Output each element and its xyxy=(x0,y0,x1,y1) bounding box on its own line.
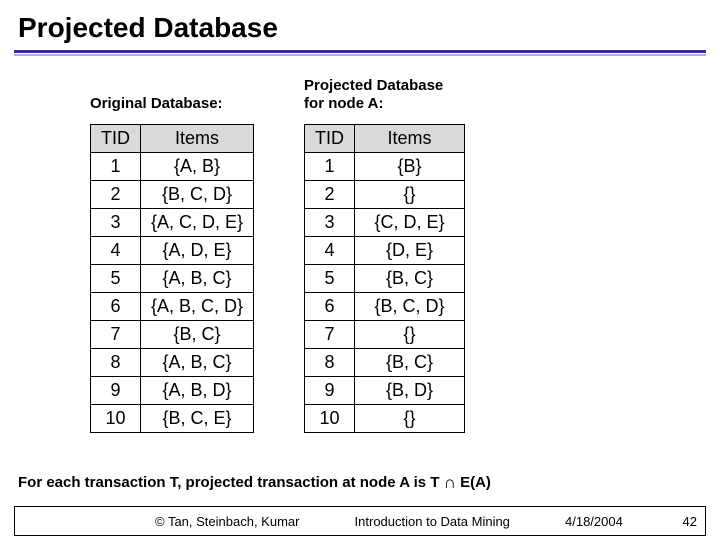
cell-items: {A, B} xyxy=(141,153,254,181)
header-items: Items xyxy=(355,125,465,153)
table-row: 3{A, C, D, E} xyxy=(91,209,254,237)
footnote-pre: For each transaction T, projected transa… xyxy=(18,474,444,491)
cell-tid: 7 xyxy=(91,321,141,349)
footer-page-number: 42 xyxy=(665,514,705,529)
cell-tid: 9 xyxy=(91,377,141,405)
header-tid: TID xyxy=(305,125,355,153)
cell-tid: 8 xyxy=(91,349,141,377)
original-database-column: Original Database: TID Items 1{A, B}2{B,… xyxy=(90,76,254,433)
cell-items: {} xyxy=(355,405,465,433)
cell-items: {} xyxy=(355,181,465,209)
cell-items: {B, C} xyxy=(355,265,465,293)
cell-tid: 5 xyxy=(91,265,141,293)
cell-tid: 8 xyxy=(305,349,355,377)
content-area: Original Database: TID Items 1{A, B}2{B,… xyxy=(0,56,720,433)
cell-tid: 3 xyxy=(91,209,141,237)
slide-title: Projected Database xyxy=(0,0,720,50)
cell-items: {A, C, D, E} xyxy=(141,209,254,237)
cell-tid: 1 xyxy=(91,153,141,181)
cell-tid: 9 xyxy=(305,377,355,405)
cell-items: {A, D, E} xyxy=(141,237,254,265)
header-tid: TID xyxy=(91,125,141,153)
projected-database-column: Projected Databasefor node A: TID Items … xyxy=(304,76,465,433)
table-row: 2{B, C, D} xyxy=(91,181,254,209)
original-database-heading: Original Database: xyxy=(90,76,254,114)
table-row: 2{} xyxy=(305,181,465,209)
table-row: 9{B, D} xyxy=(305,377,465,405)
cell-tid: 5 xyxy=(305,265,355,293)
cell-items: {A, B, C} xyxy=(141,265,254,293)
cell-tid: 4 xyxy=(305,237,355,265)
cell-tid: 3 xyxy=(305,209,355,237)
footnote-post: E(A) xyxy=(456,474,491,491)
table-row: 5{B, C} xyxy=(305,265,465,293)
table-row: 9{A, B, D} xyxy=(91,377,254,405)
footer-date: 4/18/2004 xyxy=(565,514,665,529)
projected-database-heading: Projected Databasefor node A: xyxy=(304,76,465,114)
cell-items: {B, C, D} xyxy=(141,181,254,209)
table-header-row: TID Items xyxy=(91,125,254,153)
cell-items: {B, C} xyxy=(355,349,465,377)
table-row: 7{} xyxy=(305,321,465,349)
table-header-row: TID Items xyxy=(305,125,465,153)
cell-items: {C, D, E} xyxy=(355,209,465,237)
cell-items: {B} xyxy=(355,153,465,181)
original-database-table: TID Items 1{A, B}2{B, C, D}3{A, C, D, E}… xyxy=(90,124,254,433)
footer-center: Introduction to Data Mining xyxy=(299,514,565,529)
cell-tid: 6 xyxy=(305,293,355,321)
table-row: 7{B, C} xyxy=(91,321,254,349)
cell-items: {} xyxy=(355,321,465,349)
table-row: 1{B} xyxy=(305,153,465,181)
table-row: 8{B, C} xyxy=(305,349,465,377)
footer-bar: © Tan, Steinbach, Kumar Introduction to … xyxy=(14,506,706,536)
cell-items: {B, C} xyxy=(141,321,254,349)
table-row: 6{B, C, D} xyxy=(305,293,465,321)
footnote-text: For each transaction T, projected transa… xyxy=(18,472,491,492)
cell-tid: 10 xyxy=(91,405,141,433)
cell-tid: 2 xyxy=(91,181,141,209)
table-row: 4{D, E} xyxy=(305,237,465,265)
cell-items: {D, E} xyxy=(355,237,465,265)
table-row: 6{A, B, C, D} xyxy=(91,293,254,321)
cell-items: {A, B, C} xyxy=(141,349,254,377)
cell-items: {B, C, E} xyxy=(141,405,254,433)
cell-tid: 2 xyxy=(305,181,355,209)
footer-copyright: © Tan, Steinbach, Kumar xyxy=(15,514,299,529)
cell-tid: 6 xyxy=(91,293,141,321)
table-row: 10{B, C, E} xyxy=(91,405,254,433)
header-items: Items xyxy=(141,125,254,153)
table-row: 8{A, B, C} xyxy=(91,349,254,377)
table-row: 5{A, B, C} xyxy=(91,265,254,293)
projected-database-table: TID Items 1{B}2{}3{C, D, E}4{D, E}5{B, C… xyxy=(304,124,465,433)
cell-tid: 1 xyxy=(305,153,355,181)
cell-items: {B, D} xyxy=(355,377,465,405)
table-row: 4{A, D, E} xyxy=(91,237,254,265)
title-underline xyxy=(14,50,706,53)
intersection-icon: ∩ xyxy=(444,473,456,492)
table-row: 1{A, B} xyxy=(91,153,254,181)
cell-tid: 10 xyxy=(305,405,355,433)
cell-tid: 7 xyxy=(305,321,355,349)
table-row: 10{} xyxy=(305,405,465,433)
cell-items: {A, B, D} xyxy=(141,377,254,405)
table-row: 3{C, D, E} xyxy=(305,209,465,237)
cell-tid: 4 xyxy=(91,237,141,265)
cell-items: {B, C, D} xyxy=(355,293,465,321)
cell-items: {A, B, C, D} xyxy=(141,293,254,321)
